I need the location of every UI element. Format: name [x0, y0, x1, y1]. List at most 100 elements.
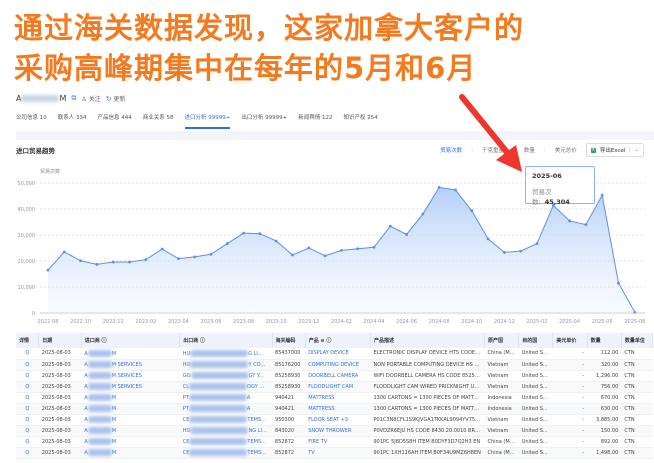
exporter-link[interactable]: GO GY Y... — [179, 370, 273, 382]
tab-5[interactable]: 出口分析 99999+ — [241, 114, 287, 128]
chevron-down-icon[interactable]: ⌄ — [629, 147, 639, 153]
importer-link[interactable]: AM — [81, 403, 180, 415]
update-button[interactable]: ↻ 更新 — [106, 94, 126, 103]
table-row[interactable]: Q 2025-08-03 A M SERVICES HO Y CO... 85176200 C… — [16, 359, 653, 371]
metric-usd-total[interactable]: 美元总价 — [555, 146, 577, 154]
description-cell: WIFI DOORBELL CAMERA HS CODE 8525893 — [370, 370, 485, 382]
description-cell: 901PC 1XH116AH ITEM B0F34U9MZ6H8EN — [370, 447, 485, 459]
detail-search-icon[interactable]: Q — [16, 381, 39, 393]
follow-button[interactable]: ♙ 关注 — [81, 94, 100, 103]
product-link[interactable]: DISPLAY DEVICE — [305, 348, 371, 360]
column-header[interactable]: 出口商 ⓘ — [179, 333, 273, 348]
hs-code-cell: 852872 — [272, 436, 306, 448]
metric-quantity[interactable]: 数量 — [524, 146, 535, 154]
redacted-text — [87, 394, 112, 401]
metric-trade-count[interactable]: 贸易次数 — [440, 146, 462, 154]
quantity-cell: 670.00 — [587, 392, 622, 404]
importer-link[interactable]: AM — [81, 392, 180, 404]
exporter-link[interactable]: HU G LI... — [179, 348, 273, 360]
tab-7[interactable]: 知识产权 254 — [343, 114, 377, 128]
importer-link[interactable]: AM — [81, 425, 180, 437]
table-row[interactable]: Q 2025-08-03 A M SERVICES GO GY Y... 85258930 D… — [16, 370, 653, 382]
exporter-link[interactable]: HO Y CO... — [179, 359, 273, 371]
unit-price-cell: - — [552, 348, 588, 360]
product-link[interactable]: FLOOR SEAT +3 — [305, 414, 371, 426]
importer-link[interactable]: AM SERVICES — [81, 370, 180, 382]
detail-search-icon[interactable]: Q — [16, 436, 39, 448]
importer-link[interactable]: AM — [81, 447, 180, 459]
tab-6[interactable]: 新闻舆情 122 — [298, 114, 332, 128]
table-row[interactable]: Q 2025-08-03 A M CE TEMS... 852872 TV 901PC 1XH1… — [16, 447, 653, 459]
tab-1[interactable]: 联系人 334 — [58, 114, 87, 128]
data-point — [503, 251, 506, 254]
column-header[interactable]: 原产国 — [484, 333, 520, 348]
detail-search-icon[interactable]: Q — [16, 359, 39, 371]
product-link[interactable]: TV — [305, 447, 371, 459]
data-point — [225, 242, 229, 245]
exporter-link[interactable]: PT A — [179, 403, 273, 415]
product-link[interactable]: SNOW THROWER — [305, 425, 371, 437]
exporter-link[interactable]: PT A — [179, 392, 273, 404]
importer-link[interactable]: AM — [81, 348, 180, 360]
destination-cell: United S... — [518, 425, 553, 437]
exporter-link[interactable]: CE TEMS... — [179, 447, 273, 459]
redacted-text — [87, 372, 112, 379]
detail-search-icon[interactable]: Q — [16, 403, 39, 415]
quantity-cell: 320.00 — [587, 359, 622, 371]
hs-code-cell: 85437000 — [272, 348, 306, 360]
column-header[interactable]: 产品描述 — [370, 333, 486, 348]
product-link[interactable]: MATTRESS — [305, 392, 371, 404]
redacted-text — [190, 361, 249, 368]
column-header[interactable]: 美元单价 — [552, 333, 588, 348]
detail-search-icon[interactable]: Q — [16, 425, 39, 437]
column-header[interactable]: 日期 — [38, 333, 82, 348]
column-header[interactable]: 进口商 ⓘ — [81, 333, 181, 348]
exporter-link[interactable]: CE TEMS... — [179, 414, 273, 426]
detail-search-icon[interactable]: Q — [16, 370, 39, 382]
column-header[interactable]: 详情 — [16, 333, 40, 348]
product-link[interactable]: FIRE TV — [305, 436, 371, 448]
importer-link[interactable]: AM SERVICES — [81, 359, 180, 371]
redacted-text — [87, 438, 112, 445]
importer-link[interactable]: AM — [81, 436, 180, 448]
importer-link[interactable]: AM SERVICES — [81, 381, 180, 393]
table-row[interactable]: Q 2025-08-03 A M SERVICES CL OGY ... 85258930 F… — [16, 381, 653, 393]
unit-price-cell: - — [552, 436, 588, 448]
exporter-link[interactable]: HO NG LI... — [179, 425, 273, 437]
detail-search-icon[interactable]: Q — [16, 414, 39, 426]
column-header[interactable]: 产品 ≡ ⓘ — [305, 333, 371, 348]
column-header[interactable]: 数量 — [587, 333, 622, 348]
column-header[interactable]: 目的国 — [518, 333, 554, 348]
copy-icon[interactable]: ⧉ — [71, 94, 76, 103]
y-axis-label: 贸易次数 — [40, 168, 60, 175]
product-link[interactable]: DOORBELL CAMERA — [305, 370, 371, 382]
data-point — [568, 219, 571, 223]
tab-4[interactable]: 进口分析 99999+ — [184, 114, 230, 129]
table-row[interactable]: Q 2025-08-03 A M HO NG LI... 843020 SNOW THROWE… — [16, 425, 653, 437]
table-row[interactable]: Q 2025-08-03 A M CE TEMS... 852872 FIRE TV 901PC… — [16, 436, 653, 448]
table-row[interactable]: Q 2025-08-03 A M CE TEMS... 950300 FLOOR SEAT +… — [16, 414, 653, 426]
product-link[interactable]: FLOODLIGHT CAM — [305, 381, 371, 393]
tab-3[interactable]: 商业关系 58 — [143, 114, 174, 128]
detail-search-icon[interactable]: Q — [16, 348, 39, 360]
detail-search-icon[interactable]: Q — [16, 447, 39, 459]
destination-cell: United S... — [518, 447, 553, 459]
x-tick-label: 2022-08 — [38, 319, 59, 325]
column-header[interactable]: 海关编码 — [272, 333, 306, 348]
product-link[interactable]: MATTRESS — [305, 403, 371, 415]
metric-weight[interactable]: 千克重量 — [482, 146, 504, 154]
table-row[interactable]: Q 2025-08-03 A M PT A 940421 MATTRESS 1300 CARTO… — [16, 392, 653, 404]
importer-link[interactable]: AM — [81, 414, 180, 426]
exporter-link[interactable]: CE TEMS... — [179, 436, 273, 448]
export-excel-button[interactable]: X 导出Excel ⌄ — [585, 143, 644, 157]
table-row[interactable]: Q 2025-08-03 A M PT A 940421 MATTRESS 1300 CARTO… — [16, 403, 653, 415]
column-header[interactable]: 数量单位 — [621, 333, 654, 348]
table-row[interactable]: Q 2025-08-03 A M HU G LI... 85437000 DISPLAY DE… — [16, 348, 653, 360]
redacted-text — [190, 427, 249, 434]
tab-0[interactable]: 公司信息 10 — [16, 114, 47, 128]
detail-search-icon[interactable]: Q — [16, 392, 39, 404]
exporter-link[interactable]: CL OGY ... — [179, 381, 273, 393]
unit-cell: CTN — [621, 425, 653, 437]
product-link[interactable]: COMPUTING DEVICE — [305, 359, 371, 371]
tab-2[interactable]: 产品信息 444 — [98, 114, 132, 128]
